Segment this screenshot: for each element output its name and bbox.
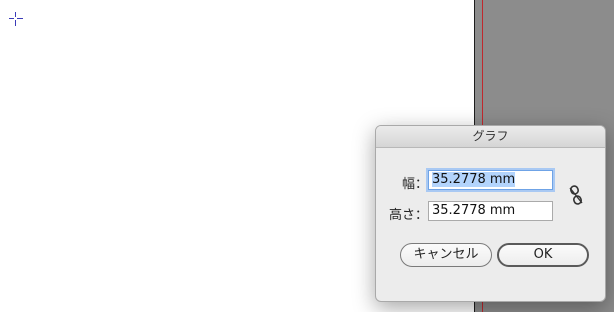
width-field[interactable]: 35.2778 mm [428,170,553,190]
height-value: 35.2778 mm [432,203,516,218]
width-label: 幅： [401,177,428,192]
width-row: 幅： [376,170,428,192]
unlinked-chain-icon[interactable] [568,185,584,205]
cancel-button[interactable]: キャンセル [400,243,492,267]
height-field[interactable]: 35.2778 mm [428,201,553,221]
ok-button[interactable]: OK [497,243,589,267]
width-value: 35.2778 mm [432,172,516,187]
crosshair-cursor-icon [9,12,23,26]
dialog-title: グラフ [376,126,605,148]
height-label: 高さ： [388,208,428,223]
height-row: 高さ： [376,201,428,223]
graph-dialog: グラフ 幅： 35.2778 mm 高さ： 35.2778 mm キャンセル O… [375,125,606,302]
